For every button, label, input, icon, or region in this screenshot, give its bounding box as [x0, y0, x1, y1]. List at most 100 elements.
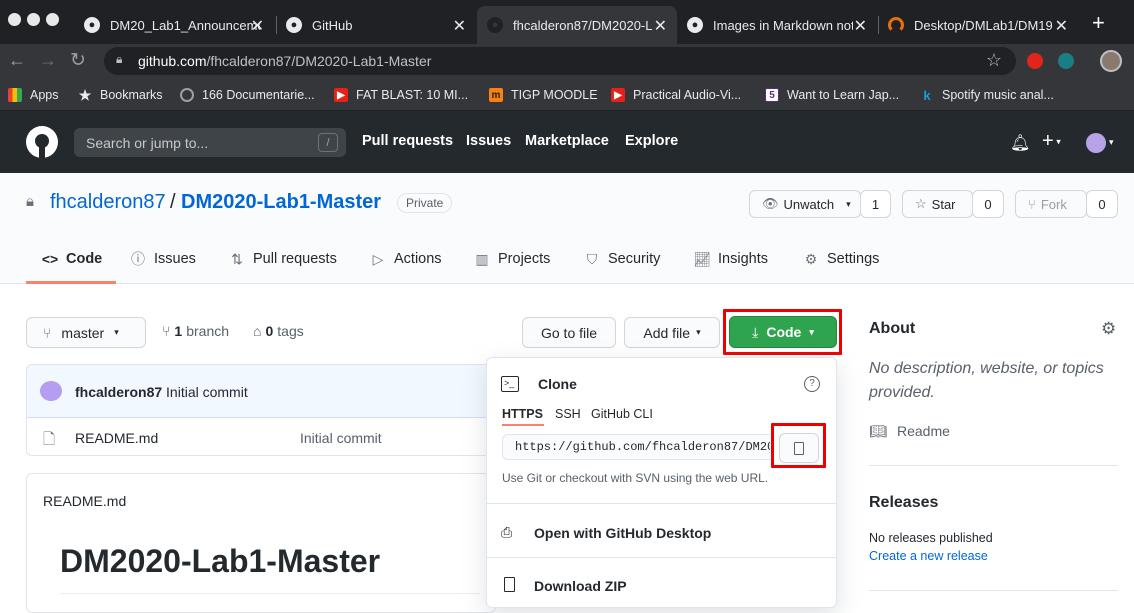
tab-label: DM20_Lab1_Announceme [110, 17, 260, 33]
five-icon: 5 [765, 88, 779, 102]
about-description: No description, website, or topics provi… [869, 360, 1104, 401]
create-new-plus-icon[interactable]: + ▾ [1042, 130, 1061, 153]
tab-code[interactable]: <> Code [42, 249, 102, 269]
back-arrow-icon[interactable]: ← [8, 50, 26, 71]
create-release-link[interactable]: Create a new release [869, 549, 988, 563]
clone-tab-https[interactable]: HTTPS [502, 407, 543, 421]
tab-pull-requests[interactable]: ⇅ Pull requests [229, 249, 337, 269]
nav-explore[interactable]: Explore [625, 133, 678, 149]
private-lock-icon: 🔒︎ [26, 193, 34, 210]
youtube-icon: ▶ [334, 88, 348, 102]
desktop-download-icon: ⎙ [501, 524, 513, 540]
download-zip[interactable]: Download ZIP [534, 578, 627, 594]
clone-tab-ssh[interactable]: SSH [555, 407, 581, 421]
branches-link[interactable]: ⑂ 1 branch [162, 323, 229, 339]
star-button[interactable]: ☆ Star [902, 190, 973, 218]
bookmark-apps[interactable]: Apps [8, 85, 59, 105]
bookmark-spotify[interactable]: k Spotify music anal... [920, 85, 1053, 105]
address-bar[interactable]: 🔒︎ github.com/fhcalderon87/DM2020-Lab1-M… [104, 47, 1016, 75]
tab-close-icon[interactable]: ✕ [654, 16, 667, 36]
tab-issues[interactable]: ⓘ Issues [130, 249, 196, 269]
repo-name-link[interactable]: DM2020-Lab1-Master [181, 191, 381, 214]
commit-message[interactable]: Initial commit [166, 384, 248, 400]
pull-request-icon: ⇅ [231, 250, 243, 267]
go-to-file-button[interactable]: Go to file [522, 317, 616, 348]
branch-count: 1 [174, 323, 183, 339]
code-icon: <> [41, 251, 59, 267]
readme-heading-rule [60, 593, 480, 594]
add-file-label: Add file [643, 324, 691, 341]
unwatch-button[interactable]: 👁︎ Unwatch ▾ [749, 190, 861, 218]
browser-tab[interactable]: ● GitHub ✕ [276, 6, 476, 44]
tab-actions[interactable]: ▷ Actions [370, 249, 442, 269]
reload-icon[interactable]: ↻ [70, 49, 86, 72]
search-input[interactable]: Search or jump to... / [74, 128, 346, 157]
repo-owner-link[interactable]: fhcalderon87 [50, 191, 166, 214]
bookmark-practical-audio[interactable]: ▶ Practical Audio-Vi... [611, 85, 741, 105]
tab-insights[interactable]: 📈︎ Insights [693, 249, 768, 269]
extension-red-icon[interactable] [1027, 53, 1043, 69]
nav-marketplace[interactable]: Marketplace [525, 133, 609, 149]
file-icon: 🗋︎ [43, 431, 56, 448]
browser-tab[interactable]: ● Images in Markdown not ✕ [677, 6, 877, 44]
branch-selector[interactable]: ⑂ master ▾ [26, 317, 146, 348]
browser-tab-active[interactable]: ● fhcalderon87/DM2020-L ✕ [477, 6, 677, 44]
tags-link[interactable]: ⌂ 0 tags [253, 323, 304, 339]
highlight-copy-button [771, 423, 826, 468]
notification-bell-icon[interactable]: 🔔︎ [1010, 133, 1030, 153]
open-github-desktop[interactable]: Open with GitHub Desktop [534, 525, 711, 541]
forks-count[interactable]: 0 [1086, 190, 1118, 218]
tab-close-icon[interactable]: ✕ [453, 16, 466, 36]
help-icon[interactable]: ? [804, 376, 820, 392]
clone-title: Clone [538, 376, 577, 392]
avatar-caret-icon[interactable]: ▾ [1109, 137, 1114, 148]
profile-avatar[interactable] [1100, 50, 1122, 72]
github-favicon-icon: ● [286, 17, 302, 33]
tab-security[interactable]: ⛉ Security [584, 249, 661, 269]
file-commit-message[interactable]: Initial commit [300, 430, 382, 446]
watchers-count[interactable]: 1 [860, 190, 891, 218]
tab-close-icon[interactable]: ✕ [854, 16, 867, 36]
clone-dropdown: >_ Clone ? HTTPS SSH GitHub CLI https://… [486, 357, 837, 608]
visibility-badge: Private [397, 193, 453, 213]
nav-pull-requests[interactable]: Pull requests [362, 133, 453, 149]
tag-count: 0 [265, 323, 274, 339]
bookmark-moodle[interactable]: m TIGP MOODLE [489, 85, 598, 105]
clone-hint: Use Git or checkout with SVN using the w… [502, 471, 769, 485]
bookmark-fat-blast[interactable]: ▶ FAT BLAST: 10 MI... [334, 85, 468, 105]
tab-close-icon[interactable]: ✕ [251, 16, 264, 36]
browser-tab[interactable]: Desktop/DMLab1/DM19 ✕ [878, 6, 1078, 44]
tab-projects[interactable]: ▥ Projects [474, 249, 550, 269]
tag-icon: ⌂ [253, 323, 262, 339]
user-avatar[interactable] [1086, 133, 1106, 153]
bookmark-documentaries[interactable]: 166 Documentarie... [180, 85, 315, 105]
tab-label: Actions [394, 251, 442, 267]
bookmark-star-icon[interactable]: ☆ [986, 50, 1002, 71]
browser-tab[interactable]: ● DM20_Lab1_Announceme ✕ [74, 6, 274, 44]
readme-title: README.md [43, 493, 127, 509]
extension-teal-icon[interactable] [1058, 53, 1074, 69]
tab-settings[interactable]: ⚙ Settings [803, 249, 880, 269]
commit-author[interactable]: fhcalderon87 [75, 384, 162, 400]
fork-button[interactable]: ⑂ Fork [1015, 190, 1087, 218]
nav-issues[interactable]: Issues [466, 133, 511, 149]
clone-url-input[interactable]: https://github.com/fhcalderon87/DM2020-L… [502, 434, 770, 460]
releases-title[interactable]: Releases [869, 494, 938, 512]
branch-name: master [61, 324, 105, 341]
tab-close-icon[interactable]: ✕ [1055, 16, 1068, 36]
stars-count[interactable]: 0 [972, 190, 1004, 218]
new-tab-icon[interactable]: + [1092, 12, 1105, 34]
window-zoom-dot[interactable] [46, 13, 59, 26]
add-file-button[interactable]: Add file ▾ [624, 317, 720, 348]
bookmark-learn-japanese[interactable]: 5 Want to Learn Jap... [765, 85, 899, 105]
window-close-dot[interactable] [8, 13, 21, 26]
window-minimize-dot[interactable] [27, 13, 40, 26]
forward-arrow-icon[interactable]: → [39, 50, 57, 71]
bookmark-bookmarks[interactable]: ★ Bookmarks [78, 85, 163, 105]
issue-icon: ⓘ [131, 251, 145, 267]
about-settings-gear-icon[interactable]: ⚙ [1101, 319, 1116, 339]
readme-link[interactable]: Readme [897, 423, 950, 439]
github-logo-icon[interactable] [26, 126, 58, 158]
clone-tab-cli[interactable]: GitHub CLI [591, 407, 653, 421]
file-name-link[interactable]: README.md [75, 430, 158, 446]
